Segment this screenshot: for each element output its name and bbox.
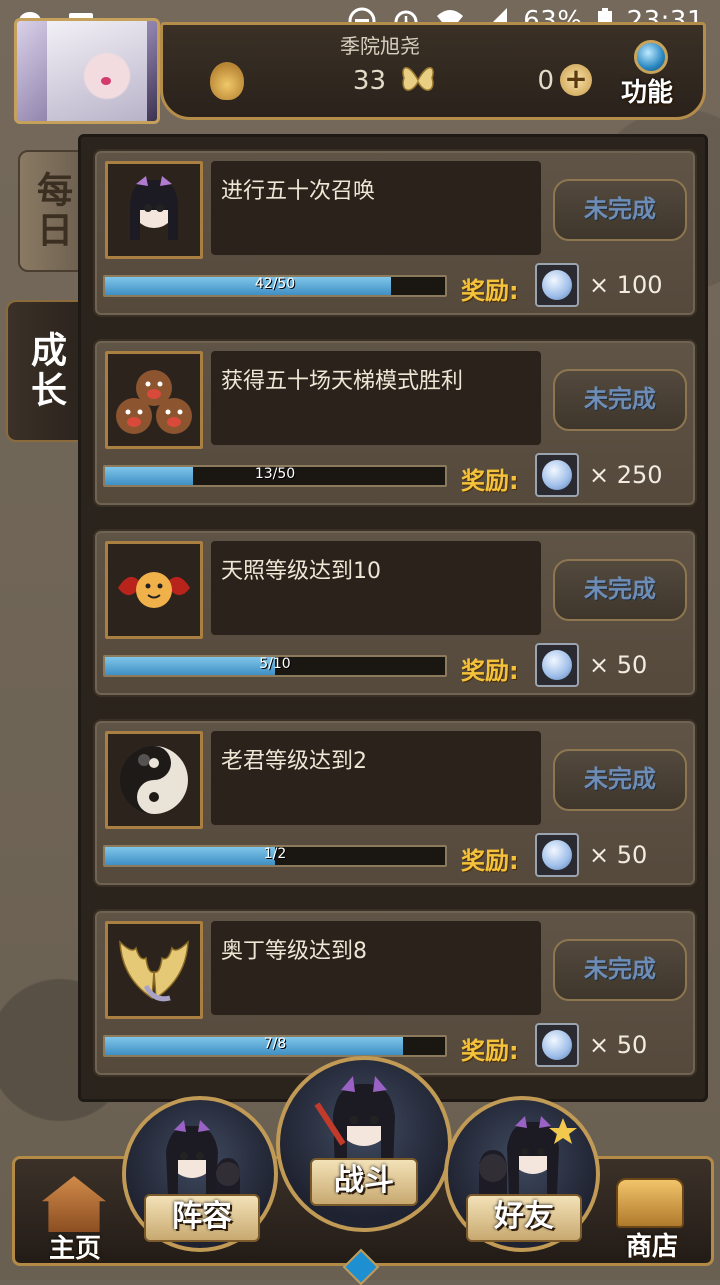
sun-creature-icon [105, 541, 203, 639]
reward-amount: × 100 [589, 271, 663, 299]
quest-status-button[interactable]: 未完成 [553, 179, 687, 241]
quest-status-button[interactable]: 未完成 [553, 369, 687, 431]
nav-team-scroll: 阵容 [144, 1194, 260, 1242]
player-avatar[interactable] [14, 18, 160, 124]
chibi-girl-icon [105, 161, 203, 259]
quest-item: 奥丁等级达到8 未完成 7/8 奖励: × 50 [93, 909, 697, 1077]
quest-progress-bar: 5/10 [103, 655, 447, 677]
coin-icon [535, 263, 579, 307]
nav-team-button[interactable]: 阵容 [122, 1096, 278, 1252]
quest-status-button[interactable]: 未完成 [553, 939, 687, 1001]
quest-progress-bar: 7/8 [103, 1035, 447, 1057]
tab-daily[interactable]: 每日 [18, 150, 84, 272]
function-gem-icon [634, 40, 668, 74]
reward-label: 奖励: [461, 657, 519, 685]
quest-title: 奥丁等级达到8 [221, 939, 367, 964]
coin-icon [535, 833, 579, 877]
bears-icon [105, 351, 203, 449]
quest-description-box: 获得五十场天梯模式胜利 [211, 351, 541, 445]
coin-icon [535, 643, 579, 687]
reward-label: 奖励: [461, 847, 519, 875]
player-name-wrap: 季院旭尧 [160, 0, 600, 58]
reward-amount: × 50 [589, 841, 648, 869]
reward-label: 奖励: [461, 277, 519, 305]
nav-friends-label: 好友 [494, 1199, 554, 1234]
quest-progress-bar: 13/50 [103, 465, 447, 487]
quest-description-box: 天照等级达到10 [211, 541, 541, 635]
reward-amount: × 50 [589, 1031, 648, 1059]
premium-currency-count: 0 [537, 66, 554, 96]
house-icon [42, 1176, 106, 1232]
quest-item: 天照等级达到10 未完成 5/10 奖励: × 50 [93, 529, 697, 697]
quest-description-box: 老君等级达到2 [211, 731, 541, 825]
butterfly-icon [398, 60, 438, 100]
nav-battle-label: 战斗 [334, 1163, 394, 1198]
nav-friends-scroll: 好友 [466, 1194, 582, 1242]
quest-item: 老君等级达到2 未完成 1/2 奖励: × 50 [93, 719, 697, 887]
coin-icon [535, 453, 579, 497]
bottom-nav: 主页 阵容 战斗 好友 商店 [0, 1056, 720, 1285]
yin-yang-icon [105, 731, 203, 829]
quest-title: 天照等级达到10 [221, 559, 381, 584]
function-button[interactable]: 功能 [612, 38, 682, 108]
nav-home-label: 主页 [48, 1234, 101, 1264]
coin-icon [535, 1023, 579, 1067]
reward-amount: × 250 [589, 461, 663, 489]
spirit-currency-icon [210, 62, 244, 100]
quest-item: 获得五十场天梯模式胜利 未完成 13/50 奖励: × 250 [93, 339, 697, 507]
quest-list[interactable]: 进行五十次召唤 未完成 42/50 奖励: × 100 获得五十场天梯模式胜利 … [78, 134, 708, 1102]
player-name: 季院旭尧 [340, 34, 420, 58]
quest-item: 进行五十次召唤 未完成 42/50 奖励: × 100 [93, 149, 697, 317]
quest-title: 获得五十场天梯模式胜利 [221, 369, 464, 394]
quest-description-box: 进行五十次召唤 [211, 161, 541, 255]
nav-shop-label: 商店 [625, 1232, 678, 1262]
progress-text: 7/8 [263, 1036, 287, 1052]
butterfly-currency-count: 33 [352, 66, 386, 96]
add-currency-button[interactable]: + [560, 64, 592, 96]
reward-label: 奖励: [461, 467, 519, 495]
nav-team-label: 阵容 [172, 1199, 232, 1234]
quest-status-button[interactable]: 未完成 [553, 749, 687, 811]
quest-description-box: 奥丁等级达到8 [211, 921, 541, 1015]
quest-title: 进行五十次召唤 [221, 179, 376, 204]
reward-label: 奖励: [461, 1037, 519, 1065]
progress-text: 42/50 [254, 276, 296, 292]
treasure-chest-icon [616, 1178, 684, 1228]
quest-progress-bar: 42/50 [103, 275, 447, 297]
nav-friends-button[interactable]: 好友 [444, 1096, 600, 1252]
avatar-portrait [47, 21, 147, 121]
progress-text: 5/10 [259, 656, 291, 672]
nav-home-button[interactable]: 主页 [30, 1176, 120, 1272]
avatar-eye [101, 77, 111, 85]
wings-icon [105, 921, 203, 1019]
tab-growth[interactable]: 成长 [6, 300, 84, 442]
progress-text: 13/50 [254, 466, 296, 482]
quest-title: 老君等级达到2 [221, 749, 367, 774]
nav-battle-scroll: 战斗 [310, 1158, 418, 1206]
reward-amount: × 50 [589, 651, 648, 679]
quest-status-button[interactable]: 未完成 [553, 559, 687, 621]
nav-shop-button[interactable]: 商店 [604, 1174, 700, 1270]
quest-progress-bar: 1/2 [103, 845, 447, 867]
function-label: 功能 [620, 78, 673, 108]
progress-text: 1/2 [263, 846, 287, 862]
nav-battle-button[interactable]: 战斗 [276, 1056, 452, 1232]
